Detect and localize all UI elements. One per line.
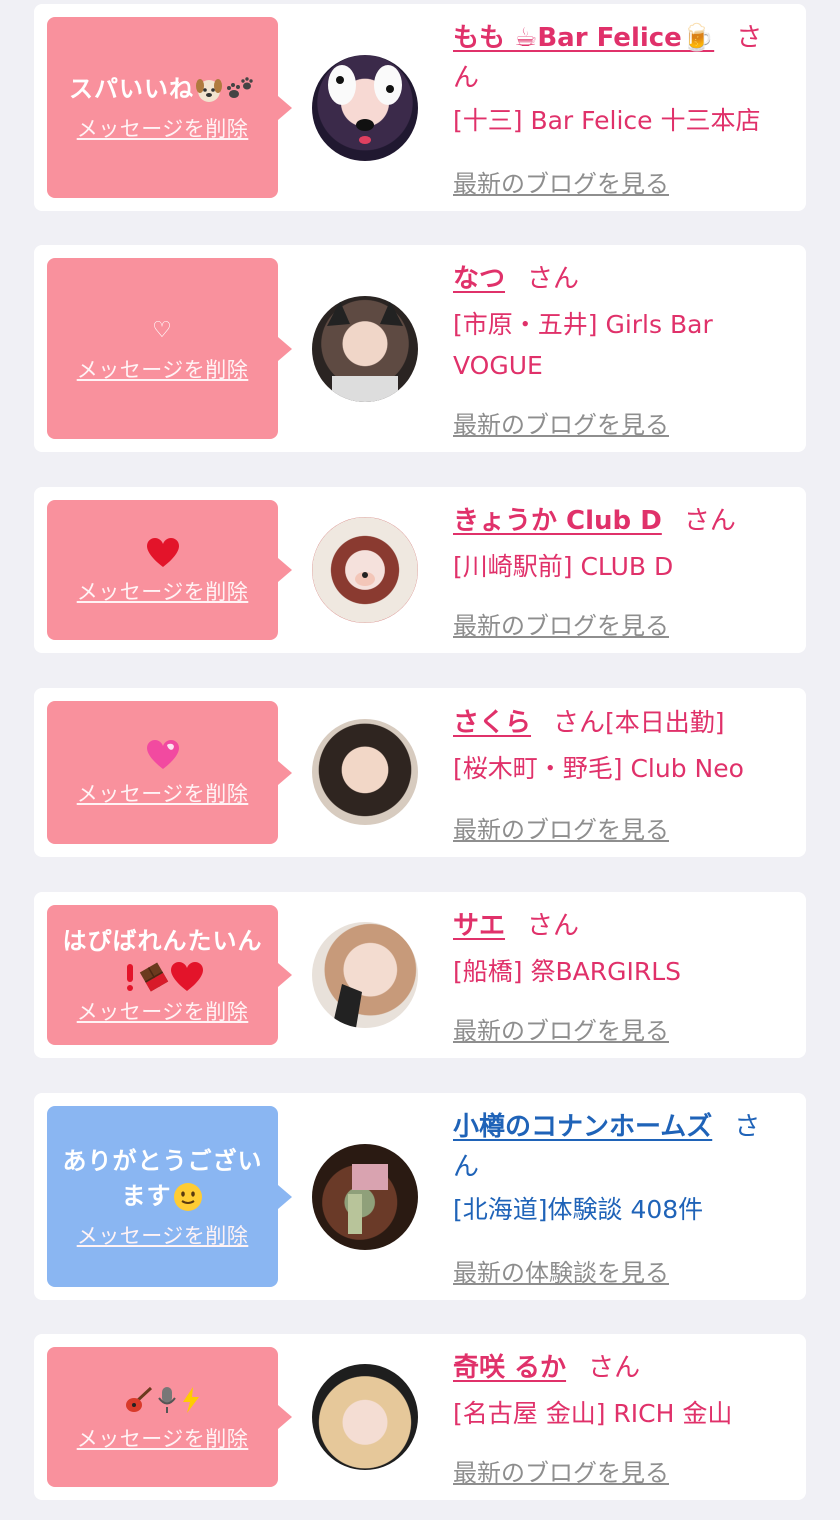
message-bubble: ありがとうござい ます メッセージを削除 <box>47 1106 292 1287</box>
avatar[interactable] <box>312 719 418 825</box>
message-card: メッセージを削除 きょうか Club D さん [川崎駅前] CLUB D 最新の… <box>34 487 806 653</box>
message-text: はぴばれんたいん <box>63 924 263 994</box>
message-bubble: メッセージを削除 <box>47 701 292 844</box>
red-heart-icon <box>170 962 203 991</box>
latest-blog-link[interactable]: 最新のブログを見る <box>453 405 669 440</box>
message-bubble: スパいいね メッセージを削除 <box>47 17 292 198</box>
honorific: さん <box>553 708 606 738</box>
message-bubble: ♡ メッセージを削除 <box>47 258 292 439</box>
honorific: さん <box>527 911 580 941</box>
delete-message-link[interactable]: メッセージを削除 <box>77 778 249 808</box>
message-text: ありがとうござい ます <box>63 1144 263 1214</box>
name-line: サエ さん <box>453 906 793 946</box>
honorific: さん <box>683 506 736 536</box>
profile-name-link[interactable]: 奇咲 るか <box>453 1353 566 1383</box>
message-text <box>145 737 181 772</box>
profile-name-link[interactable]: サエ <box>453 911 505 941</box>
smiling-face-icon <box>173 1182 202 1211</box>
latest-review-link[interactable]: 最新の体験談を見る <box>453 1253 669 1288</box>
delete-message-link[interactable]: メッセージを削除 <box>77 113 249 143</box>
name-line: なつ さん <box>453 259 793 299</box>
shop-label: [北海道]体験談 408件 <box>453 1195 704 1224</box>
honorific: さん <box>588 1353 641 1383</box>
message-card: ♡ メッセージを削除 なつ さん [市原・五井] Girls Bar VOGUE … <box>34 245 806 452</box>
honorific: さん <box>527 264 580 294</box>
delete-message-link[interactable]: メッセージを削除 <box>77 576 249 606</box>
shop-label: [川崎駅前] CLUB D <box>453 552 674 581</box>
message-text <box>123 1382 203 1417</box>
profile-info: さくら さん[本日出勤] [桜木町・野毛] Club Neo 最新のブログを見る <box>453 702 793 844</box>
message-bubble: はぴばれんたいん メッセージを削除 <box>47 905 292 1045</box>
profile-info: なつ さん [市原・五井] Girls Bar VOGUE 最新のブログを見る <box>453 259 793 439</box>
honorific: ん <box>453 63 480 93</box>
avatar[interactable] <box>312 296 418 402</box>
heart-with-ribbon-icon <box>146 740 179 769</box>
latest-blog-link[interactable]: 最新のブログを見る <box>453 1453 669 1488</box>
delete-message-link[interactable]: メッセージを削除 <box>77 996 249 1026</box>
message-card: はぴばれんたいん メッセージを削除 サエ さん [船橋] 祭BARGIRLS 最新… <box>34 892 806 1058</box>
message-card: メッセージを削除 奇咲 るか さん [名古屋 金山] RICH 金山 最新のブログ… <box>34 1334 806 1500</box>
latest-blog-link[interactable]: 最新のブログを見る <box>453 810 669 845</box>
work-status: [本日出勤] <box>605 708 725 737</box>
delete-message-link[interactable]: メッセージを削除 <box>77 1423 249 1453</box>
name-line: もも ☕Bar Felice🍺 さ <box>453 18 793 58</box>
name-line: きょうか Club D さん <box>453 501 793 541</box>
chocolate-bar-icon <box>139 962 168 992</box>
dog-face-icon <box>196 79 222 102</box>
profile-info: サエ さん [船橋] 祭BARGIRLS 最新のブログを見る <box>453 906 793 1045</box>
message-text: スパいいね <box>69 72 256 107</box>
message-card: メッセージを削除 さくら さん[本日出勤] [桜木町・野毛] Club Neo 最… <box>34 688 806 857</box>
paw-prints-icon <box>227 77 253 98</box>
profile-name-link[interactable]: きょうか Club D <box>453 506 662 536</box>
honorific: ん <box>453 1152 480 1182</box>
shop-label: [名古屋 金山] RICH 金山 <box>453 1399 733 1428</box>
avatar[interactable] <box>312 922 418 1028</box>
honorific: さ <box>734 1112 761 1142</box>
avatar[interactable] <box>312 55 418 161</box>
profile-info: 小樽のコナンホームズさ ん [北海道]体験談 408件 最新の体験談を見る <box>453 1107 793 1287</box>
message-text: ♡ <box>152 318 173 343</box>
name-line: 小樽のコナンホームズさ <box>453 1107 793 1147</box>
red-heart-icon <box>146 537 179 567</box>
microphone-icon <box>157 1386 176 1413</box>
profile-info: もも ☕Bar Felice🍺 さ ん [十三] Bar Felice 十三本店 … <box>453 18 793 198</box>
name-line: 奇咲 るか さん <box>453 1348 793 1388</box>
shop-label: [十三] Bar Felice 十三本店 <box>453 106 761 135</box>
exclamation-icon <box>126 964 133 991</box>
avatar[interactable] <box>312 1364 418 1470</box>
avatar[interactable] <box>312 517 418 623</box>
profile-info: きょうか Club D さん [川崎駅前] CLUB D 最新のブログを見る <box>453 501 793 640</box>
lightning-icon <box>182 1386 199 1413</box>
message-card: ありがとうござい ます メッセージを削除 小樽のコナンホームズさ ん [北海道]… <box>34 1093 806 1300</box>
shop-label: VOGUE <box>453 351 543 380</box>
avatar[interactable] <box>312 1144 418 1250</box>
latest-blog-link[interactable]: 最新のブログを見る <box>453 164 669 199</box>
honorific: さ <box>736 23 763 53</box>
message-bubble: メッセージを削除 <box>47 500 292 640</box>
latest-blog-link[interactable]: 最新のブログを見る <box>453 606 669 641</box>
profile-name-link[interactable]: もも ☕Bar Felice🍺 <box>453 23 714 53</box>
latest-blog-link[interactable]: 最新のブログを見る <box>453 1011 669 1046</box>
shop-label: [船橋] 祭BARGIRLS <box>453 957 681 986</box>
delete-message-link[interactable]: メッセージを削除 <box>77 1220 249 1250</box>
message-text <box>146 535 180 570</box>
guitar-icon <box>125 1386 152 1412</box>
shop-label: [市原・五井] Girls Bar <box>453 310 713 339</box>
profile-name-link[interactable]: なつ <box>453 264 505 294</box>
name-line: さくら さん[本日出勤] <box>453 702 793 743</box>
profile-name-link[interactable]: 小樽のコナンホームズ <box>453 1112 712 1142</box>
profile-info: 奇咲 るか さん [名古屋 金山] RICH 金山 最新のブログを見る <box>453 1348 793 1487</box>
shop-label: [桜木町・野毛] Club Neo <box>453 754 744 783</box>
message-bubble: メッセージを削除 <box>47 1347 292 1487</box>
message-card: スパいいね メッセージを削除 もも ☕Bar Felice🍺 さ ん [十三] B… <box>34 4 806 211</box>
delete-message-link[interactable]: メッセージを削除 <box>77 354 249 384</box>
profile-name-link[interactable]: さくら <box>453 708 531 738</box>
